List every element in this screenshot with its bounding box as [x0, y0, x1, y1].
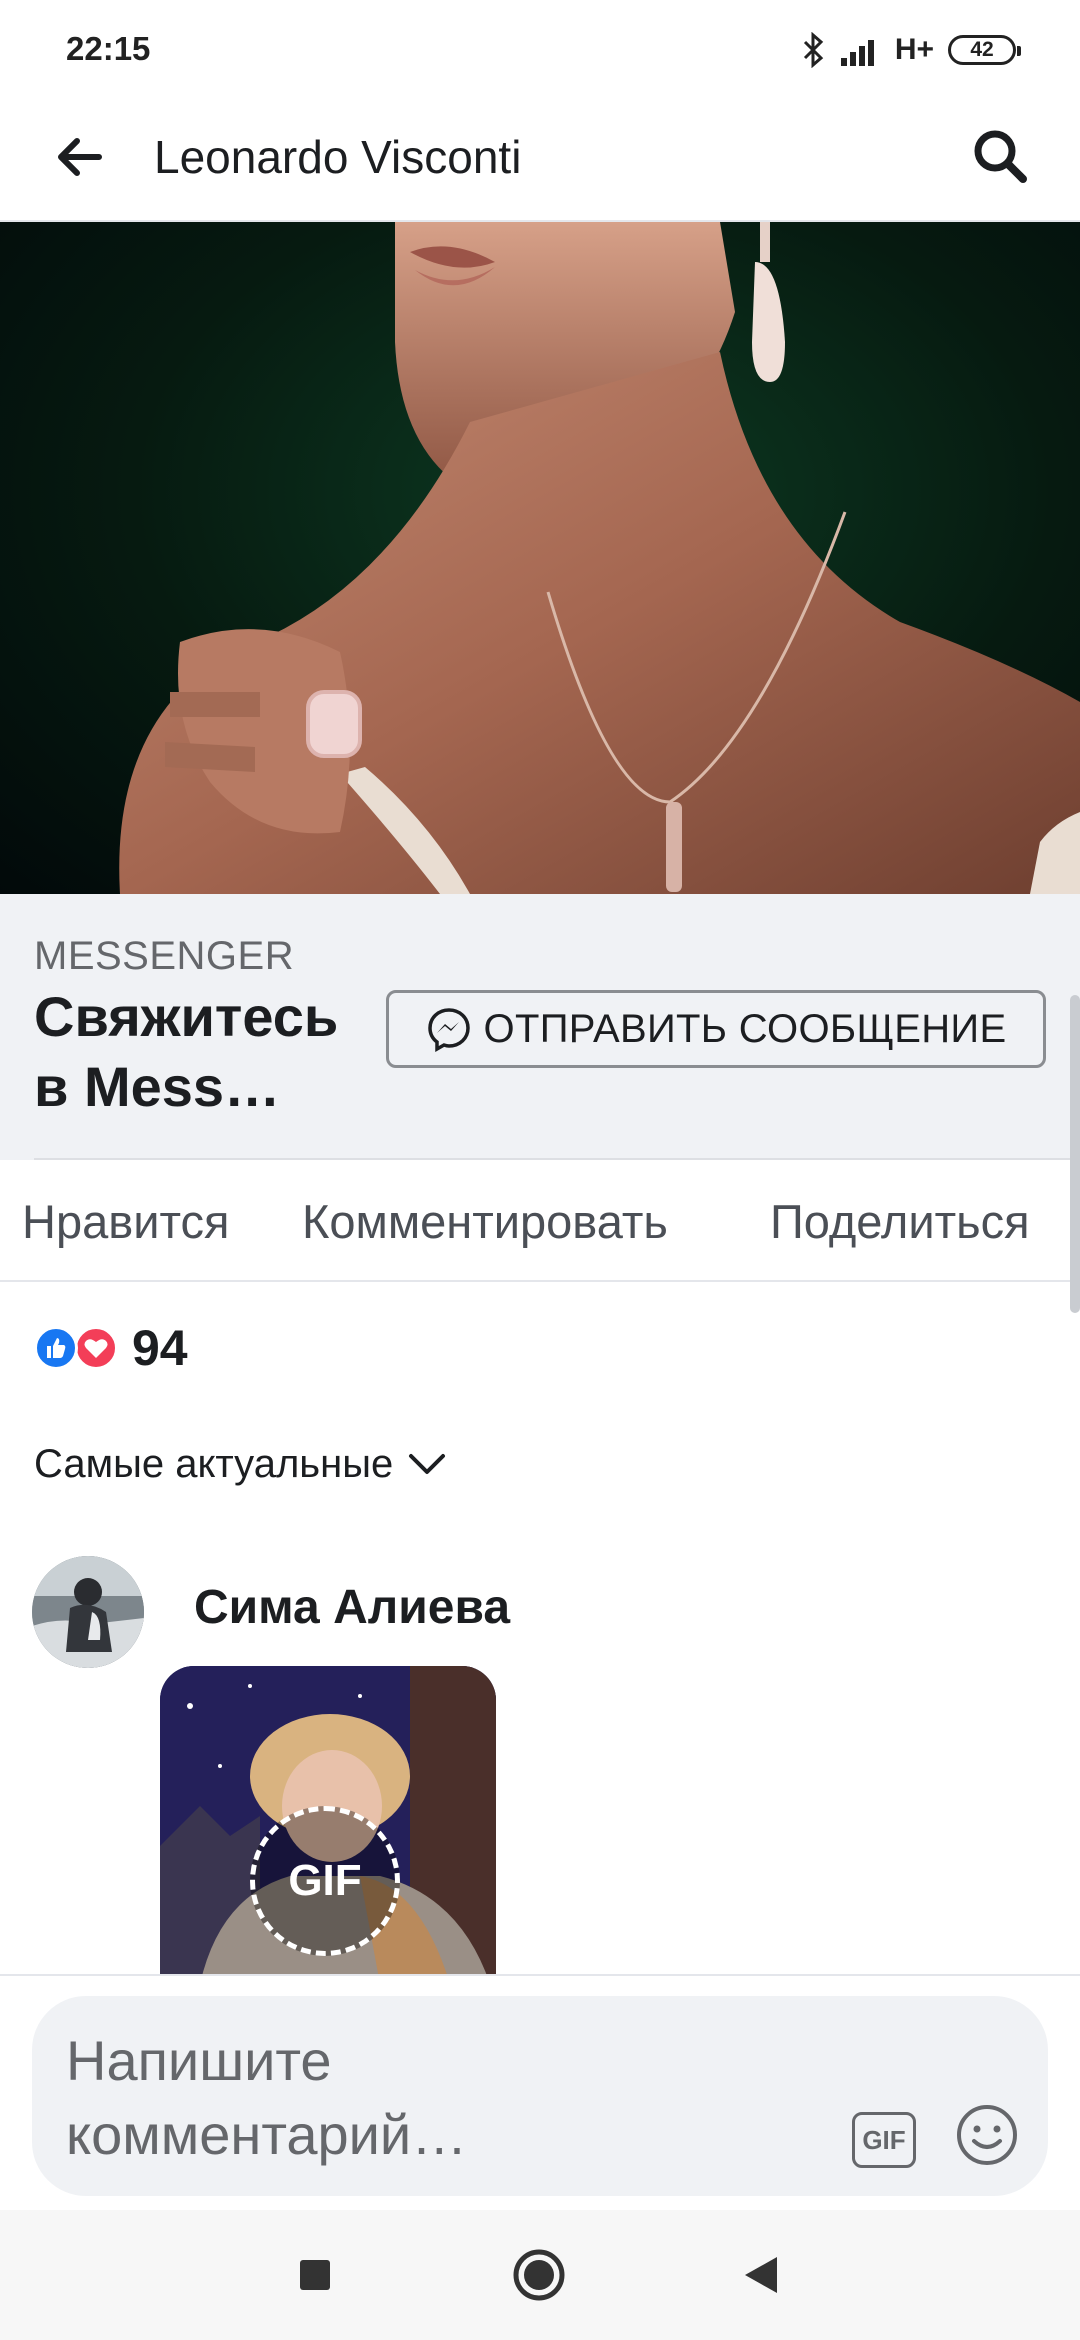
share-button[interactable]: Поделиться: [770, 1192, 1030, 1252]
heart-icon: [84, 1339, 108, 1358]
battery-indicator: 42: [948, 35, 1021, 65]
like-reaction-icon: [34, 1326, 78, 1370]
love-reaction-icon: [74, 1326, 118, 1370]
reactions-summary[interactable]: 94: [34, 1318, 188, 1378]
square-icon: [300, 2260, 330, 2290]
post-actions-bar: Нравится Комментировать Поделиться: [0, 1160, 1080, 1282]
messenger-cta: MESSENGER Свяжитесь в Mess… ОТПРАВИТЬ СО…: [0, 894, 1080, 1160]
triangle-back-icon: [745, 2257, 777, 2293]
sort-label: Самые актуальные: [34, 1441, 394, 1486]
recent-apps-button[interactable]: [284, 2244, 346, 2306]
comment-button[interactable]: Комментировать: [302, 1192, 668, 1252]
avatar[interactable]: [32, 1556, 144, 1668]
chevron-down-icon: [409, 1454, 446, 1474]
send-message-label: ОТПРАВИТЬ СООБЩЕНИЕ: [483, 1006, 1007, 1051]
thumbs-up-icon: [47, 1338, 66, 1358]
reaction-count: 94: [132, 1320, 188, 1376]
search-button[interactable]: [964, 120, 1036, 192]
status-icons: H+ 42: [801, 28, 1021, 72]
comment-placeholder: Напишите комментарий…: [66, 2029, 468, 2166]
search-icon: [974, 130, 1027, 183]
bluetooth-icon: [803, 32, 824, 68]
emoji-button[interactable]: [952, 2100, 1022, 2170]
system-navigation-bar: [0, 2210, 1080, 2340]
battery-level: 42: [970, 38, 994, 61]
gif-icon: GIF: [862, 2124, 906, 2155]
signal-icon: [840, 40, 874, 66]
comment-sort-dropdown[interactable]: Самые актуальные: [34, 1440, 447, 1488]
gif-picker-button[interactable]: GIF: [852, 2112, 916, 2168]
post-page: 22:15 H+ 42 Leonardo Visconti MESSENGER …: [0, 0, 1080, 2340]
comment-composer: Напишите комментарий… GIF: [0, 1974, 1080, 2210]
comment-author[interactable]: Сима Алиева: [194, 1580, 510, 1635]
post-photo[interactable]: [0, 222, 1080, 894]
gif-badge-label: GIF: [288, 1856, 362, 1905]
jewelry-model-image: [119, 222, 1080, 894]
circle-icon: [513, 2249, 565, 2301]
comment-gif[interactable]: GIF: [160, 1666, 496, 1984]
home-button[interactable]: [508, 2244, 570, 2306]
status-time: 22:15: [66, 30, 151, 67]
avatar-image: [32, 1556, 144, 1668]
messenger-icon: [427, 1008, 470, 1052]
network-type: H+: [894, 33, 934, 66]
cta-title: Свяжитесь в Mess…: [34, 985, 339, 1118]
cta-kicker: MESSENGER: [34, 934, 295, 978]
send-message-button[interactable]: ОТПРАВИТЬ СООБЩЕНИЕ: [386, 990, 1046, 1068]
smiley-icon: [957, 2105, 1017, 2165]
page-title: Leonardo Visconti: [154, 131, 522, 183]
comment-input[interactable]: Напишите комментарий… GIF: [32, 1996, 1048, 2196]
arrow-left-icon: [58, 138, 102, 176]
system-back-button[interactable]: [730, 2244, 792, 2306]
top-app-bar: Leonardo Visconti: [0, 100, 1080, 222]
gif-play-badge[interactable]: GIF: [250, 1806, 400, 1956]
scrollbar[interactable]: [1070, 995, 1080, 1313]
like-button[interactable]: Нравится: [22, 1192, 229, 1252]
back-button[interactable]: [48, 126, 110, 188]
status-bar: 22:15 H+ 42: [0, 0, 1080, 100]
